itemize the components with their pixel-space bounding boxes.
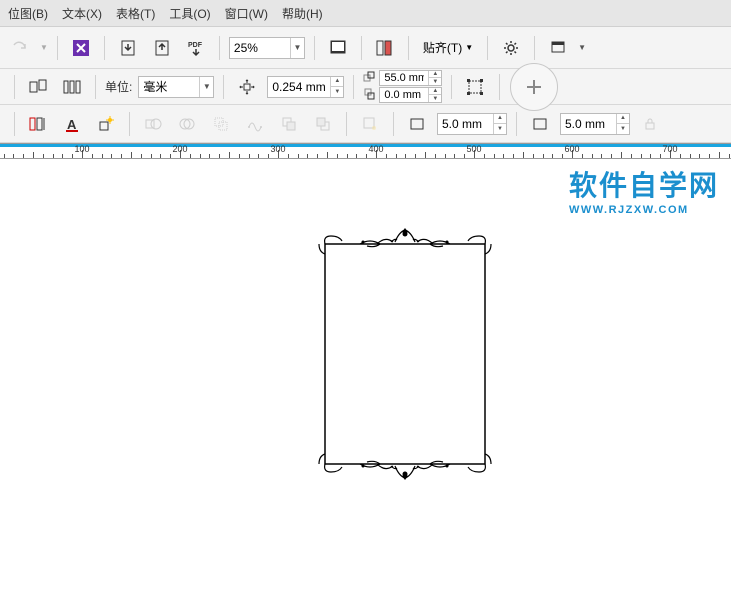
boundary-icon	[356, 110, 384, 138]
nudge-spinner[interactable]: ▲▼	[330, 77, 343, 97]
chevron-down-icon[interactable]: ▼	[290, 38, 304, 58]
units-label: 单位:	[105, 78, 132, 95]
units-input[interactable]	[139, 77, 199, 97]
separator	[408, 36, 409, 60]
zoom-input[interactable]	[230, 38, 290, 58]
separator	[314, 36, 315, 60]
ruler-highlight	[0, 144, 731, 147]
simplify-icon	[241, 110, 269, 138]
duplicate-offset-group: ▲▼ ▲▼	[363, 70, 442, 103]
separator	[57, 36, 58, 60]
menu-text[interactable]: 文本(X)	[62, 5, 102, 22]
svg-text:PDF: PDF	[188, 42, 203, 49]
separator	[487, 36, 488, 60]
zoom-combo[interactable]: ▼	[229, 37, 305, 59]
separator	[129, 112, 130, 136]
search-image-icon[interactable]	[67, 34, 95, 62]
separator	[353, 75, 354, 99]
fullscreen-preview-icon[interactable]	[324, 34, 352, 62]
facing-pages-icon[interactable]	[58, 73, 86, 101]
nudge-icon[interactable]	[233, 73, 261, 101]
ruler-label: 700	[662, 144, 677, 154]
ruler-label: 100	[74, 144, 89, 154]
separator	[534, 36, 535, 60]
outline-position-icon[interactable]	[24, 110, 52, 138]
separator	[516, 112, 517, 136]
nudge-combo[interactable]: ▲▼	[267, 76, 344, 98]
import-icon[interactable]	[114, 34, 142, 62]
toolbar-page: 单位: ▼ ▲▼ ▲▼ ▲▼	[0, 69, 731, 105]
outline2-combo[interactable]: ▲▼	[560, 113, 630, 135]
separator	[361, 36, 362, 60]
svg-text:A: A	[67, 117, 77, 132]
front-minus-back-icon	[275, 110, 303, 138]
toolbar-main: ▼ PDF ▼ 贴齐(T) ▼ ▼	[0, 27, 731, 69]
ruler-label: 300	[270, 144, 285, 154]
watermark-url: WWW.RJZXW.COM	[569, 204, 719, 216]
text-a-icon[interactable]: A	[58, 110, 86, 138]
ruler-label: 400	[368, 144, 383, 154]
separator	[14, 112, 15, 136]
menu-bar: 位图(B) 文本(X) 表格(T) 工具(O) 窗口(W) 帮助(H)	[0, 0, 731, 27]
menu-window[interactable]: 窗口(W)	[225, 5, 268, 22]
ruler-label: 500	[466, 144, 481, 154]
dup-x-input[interactable]	[380, 71, 428, 85]
chevron-down-icon[interactable]: ▼	[199, 77, 213, 97]
redo-icon	[6, 34, 34, 62]
redo-dropdown-icon: ▼	[40, 43, 48, 52]
rectangle-tool2-icon[interactable]	[526, 110, 554, 138]
separator	[499, 74, 500, 100]
separator	[219, 36, 220, 60]
ruler-label: 200	[172, 144, 187, 154]
separator	[451, 75, 452, 99]
separator	[104, 36, 105, 60]
weld-icon	[139, 110, 167, 138]
separator	[95, 75, 96, 99]
separator	[393, 112, 394, 136]
toolbar-object: A ▲▼ ▲▼	[0, 105, 731, 143]
menu-table[interactable]: 表格(T)	[116, 5, 155, 22]
launch-app-icon[interactable]	[544, 34, 572, 62]
new-document-plus-icon[interactable]	[510, 63, 558, 111]
menu-tools[interactable]: 工具(O)	[169, 5, 210, 22]
sparkle-icon[interactable]	[92, 110, 120, 138]
separator	[346, 112, 347, 136]
outline2-input[interactable]	[561, 114, 616, 134]
menu-help[interactable]: 帮助(H)	[282, 5, 323, 22]
treat-as-filled-icon[interactable]	[461, 73, 489, 101]
offset-x-icon	[363, 71, 377, 85]
export-icon[interactable]	[148, 34, 176, 62]
rectangle-tool-icon[interactable]	[403, 110, 431, 138]
menu-bitmap[interactable]: 位图(B)	[8, 5, 48, 22]
snap-dropdown[interactable]: 贴齐(T) ▼	[418, 36, 478, 59]
snap-label: 贴齐(T)	[423, 39, 462, 56]
show-rulers-icon[interactable]	[371, 34, 399, 62]
intersect-icon	[207, 110, 235, 138]
trim-icon	[173, 110, 201, 138]
back-minus-front-icon	[309, 110, 337, 138]
ruler-horizontal[interactable]: 100 200 300 400 500 600 700	[0, 143, 731, 159]
pdf-export-icon[interactable]: PDF	[182, 34, 210, 62]
offset-y-icon	[363, 88, 377, 102]
canvas-area[interactable]: 软件自学网 WWW.RJZXW.COM	[0, 159, 731, 592]
watermark: 软件自学网 WWW.RJZXW.COM	[569, 164, 719, 216]
outline1-combo[interactable]: ▲▼	[437, 113, 507, 135]
watermark-title: 软件自学网	[569, 164, 719, 204]
separator	[14, 75, 15, 99]
ruler-label: 600	[564, 144, 579, 154]
lock-icon	[636, 110, 664, 138]
chevron-down-icon[interactable]: ▼	[578, 43, 586, 52]
ornamental-frame-object[interactable]	[315, 224, 495, 484]
dup-y-input[interactable]	[380, 88, 428, 102]
separator	[223, 75, 224, 99]
nudge-input[interactable]	[268, 77, 330, 97]
outline1-input[interactable]	[438, 114, 493, 134]
options-gear-icon[interactable]	[497, 34, 525, 62]
page-layout-icon[interactable]	[24, 73, 52, 101]
units-combo[interactable]: ▼	[138, 76, 214, 98]
chevron-down-icon: ▼	[465, 43, 473, 52]
